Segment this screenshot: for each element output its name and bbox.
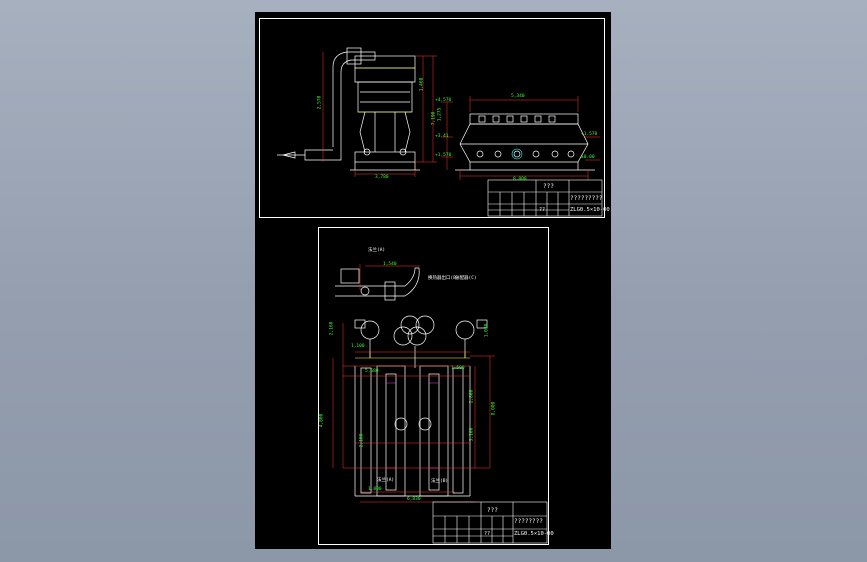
dim-b-1: 1,540 (383, 262, 397, 267)
bottom-plan-drawing (332, 264, 548, 544)
cad-viewport[interactable]: 2,570 1,460 7,190 3,780 5,340 8,800 1,27… (0, 0, 867, 562)
dim-b-6: 2,100 (359, 433, 365, 448)
dim-b-9: 3,100 (469, 427, 475, 442)
dim-b-5: 4,800 (319, 413, 325, 428)
callout-flange-a-top: 法兰(A) (368, 248, 386, 253)
elev-label-5: ±0.00 (581, 155, 595, 160)
dim-b-12: 1,800 (368, 487, 382, 492)
callout-flange-a-bottom: 法兰(A) (377, 478, 395, 483)
top-drawing-sheet: 2,570 1,460 7,190 3,780 5,340 8,800 1,27… (255, 12, 611, 225)
bottom-title-block-scale: ?? (484, 531, 491, 537)
dim-b-7: 1,500 (451, 366, 465, 371)
dim-top-left-height-3: 7,190 (431, 111, 437, 126)
elev-label-1: +4.570 (435, 98, 452, 103)
elev-label-3: +1.570 (435, 153, 452, 158)
dim-b-11: 5,680 (365, 369, 379, 374)
dim-top-left-height: 2,570 (317, 95, 323, 110)
dim-top-left-height-2: 1,460 (419, 77, 425, 92)
dim-b-2: 2,160 (329, 321, 335, 336)
dim-top-mid-height: 1,275 (437, 107, 443, 122)
top-title-block-drawing-no: ZLG0.5×10-00 (570, 207, 610, 213)
dim-b-8: 2,800 (469, 389, 475, 404)
dim-top-right-length: 5,340 (511, 94, 525, 99)
dim-b-4: 1,100 (351, 344, 365, 349)
dim-top-left-width: 3,780 (375, 175, 389, 180)
top-title-block-name: ??? (543, 183, 554, 190)
dim-b-10: 8,000 (491, 401, 497, 416)
bottom-title-block-code: ???????? (514, 518, 543, 525)
elev-label-4: +1.570 (581, 132, 598, 137)
bottom-drawing-sheet: 法兰(A) 换热器出口(B) 分配器(C) 法兰(A) 法兰(B) 1,540 … (255, 218, 611, 549)
dim-b-13: 6,830 (407, 497, 421, 502)
elev-label-2: +3.41 (435, 134, 449, 139)
callout-distributor: 分配器(C) (455, 276, 477, 281)
callout-flange-b-bottom: 法兰(B) (431, 479, 449, 484)
top-title-block-code: ????????? (570, 195, 603, 202)
bottom-title-block-name: ??? (487, 507, 498, 514)
bottom-title-block-drawing-no: ZLG0.5×10-00 (514, 531, 554, 537)
top-title-block-scale: ?? (539, 207, 546, 213)
dim-b-3: 1,070 (484, 323, 490, 338)
dim-top-right-overall: 8,800 (513, 177, 527, 182)
